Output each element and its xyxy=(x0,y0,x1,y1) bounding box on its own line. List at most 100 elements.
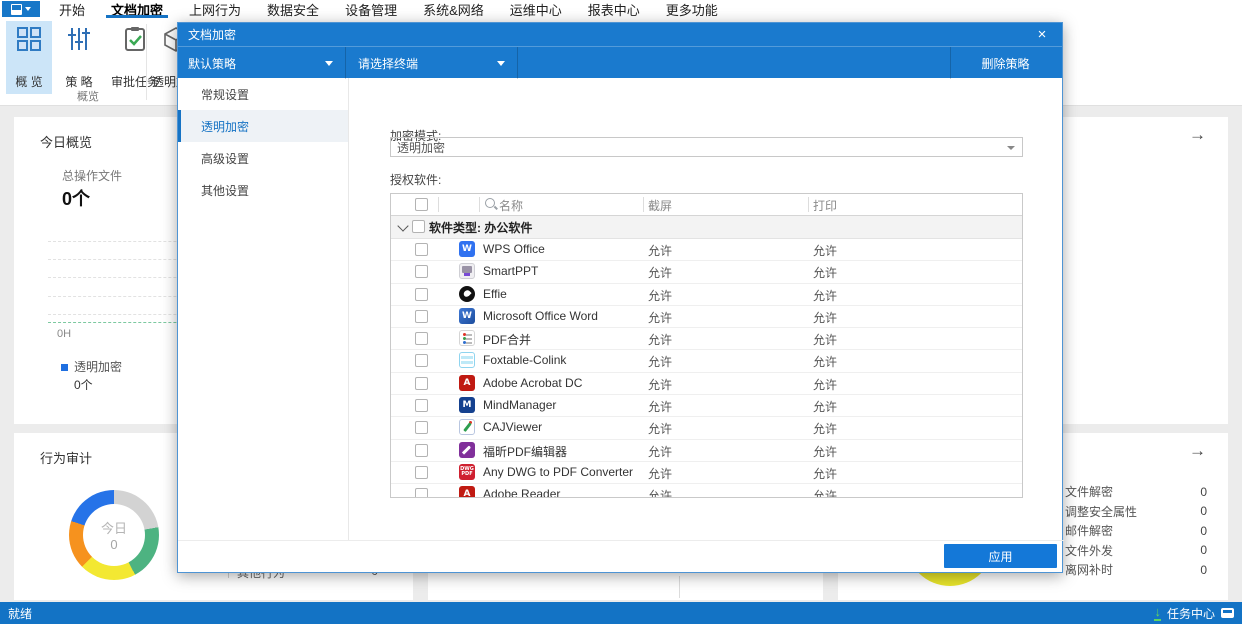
close-icon[interactable]: × xyxy=(1030,24,1054,45)
menu-tab[interactable]: 报表中心 xyxy=(575,0,653,18)
dialog-sidebar-item[interactable]: 高级设置 xyxy=(178,142,348,174)
print-permission[interactable]: 允许 xyxy=(813,398,837,415)
dialog-sidebar-item[interactable]: 其他设置 xyxy=(178,174,348,206)
row-checkbox[interactable] xyxy=(415,465,428,479)
row-checkbox[interactable] xyxy=(415,488,428,497)
select-all-checkbox[interactable] xyxy=(415,198,428,211)
print-column-header[interactable]: 打印 xyxy=(813,197,837,214)
arrow-right-icon[interactable]: → xyxy=(1189,441,1206,461)
print-permission[interactable]: 允许 xyxy=(813,287,837,304)
menu-tab[interactable]: 运维中心 xyxy=(497,0,575,18)
table-row[interactable]: A Adobe Reader 允许 允许 xyxy=(391,484,1022,497)
screenshot-permission[interactable]: 允许 xyxy=(648,465,672,482)
name-column-header[interactable]: 名称 xyxy=(499,197,523,214)
print-permission[interactable]: 允许 xyxy=(813,242,837,259)
row-checkbox[interactable] xyxy=(415,332,428,346)
menu-tab-label: 系统&网络 xyxy=(423,2,484,18)
software-group-row[interactable]: 软件类型: 办公软件 xyxy=(391,216,1022,239)
table-row[interactable]: Any DWG to PDF Converter 允许 允许 xyxy=(391,462,1022,485)
table-row[interactable]: A Adobe Acrobat DC 允许 允许 xyxy=(391,373,1022,396)
screenshot-permission[interactable]: 允许 xyxy=(648,487,672,497)
sidebar-divider xyxy=(348,78,349,541)
print-permission[interactable]: 允许 xyxy=(813,353,837,370)
menu-tab[interactable]: 上网行为 xyxy=(176,0,254,18)
screenshot-permission[interactable]: 允许 xyxy=(648,264,672,281)
table-row[interactable]: Foxtable-Colink 允许 允许 xyxy=(391,350,1022,373)
menu-tab[interactable]: 开始 xyxy=(46,0,98,18)
table-row[interactable]: SmartPPT 允许 允许 xyxy=(391,261,1022,284)
x-axis-label: 0H xyxy=(57,328,72,340)
app-name: Any DWG to PDF Converter xyxy=(483,464,634,479)
screenshot-permission[interactable]: 允许 xyxy=(648,398,672,415)
screenshot-permission[interactable]: 允许 xyxy=(648,242,672,259)
chevron-down-icon[interactable] xyxy=(397,220,409,232)
app-name: SmartPPT xyxy=(483,264,539,279)
overview-button[interactable]: 概 览 xyxy=(6,21,52,94)
stat-label: 文件外发 xyxy=(1065,543,1114,558)
tray-window-icon[interactable] xyxy=(1221,608,1234,618)
stat-row: 调整安全属性 0 xyxy=(1065,502,1207,522)
toolbar-divider xyxy=(517,47,518,79)
screenshot-permission[interactable]: 允许 xyxy=(648,309,672,326)
table-row[interactable]: CAJViewer 允许 允许 xyxy=(391,417,1022,440)
screenshot-permission[interactable]: 允许 xyxy=(648,287,672,304)
menu-tab[interactable]: 系统&网络 xyxy=(410,0,497,18)
policy-dropdown-value: 默认策略 xyxy=(188,56,237,71)
toolbar-divider xyxy=(345,47,346,79)
dialog-sidebar-item[interactable]: 常规设置 xyxy=(178,78,348,110)
delete-policy-button[interactable]: 删除策略 xyxy=(949,47,1062,79)
chevron-down-icon xyxy=(325,60,333,66)
menu-tab[interactable]: 更多功能 xyxy=(653,0,731,18)
dialog-sidebar-item[interactable]: 透明加密 xyxy=(178,110,348,142)
print-permission[interactable]: 允许 xyxy=(813,264,837,281)
arrow-right-icon[interactable]: → xyxy=(1189,125,1206,145)
dialog-toolbar: 默认策略 请选择终端 删除策略 xyxy=(178,46,1062,79)
row-checkbox[interactable] xyxy=(415,354,428,368)
menu-tab[interactable]: 数据安全 xyxy=(254,0,332,18)
policy-button[interactable]: 策 略 xyxy=(56,21,102,94)
print-permission[interactable]: 允许 xyxy=(813,309,837,326)
print-permission[interactable]: 允许 xyxy=(813,420,837,437)
row-checkbox[interactable] xyxy=(415,376,428,390)
print-permission[interactable]: 允许 xyxy=(813,487,837,497)
menu-tab-label: 运维中心 xyxy=(509,2,562,18)
screenshot-permission[interactable]: 允许 xyxy=(648,331,672,348)
group-checkbox[interactable] xyxy=(412,220,425,233)
table-row[interactable]: M MindManager 允许 允许 xyxy=(391,395,1022,418)
screenshot-column-header[interactable]: 截屏 xyxy=(648,197,672,214)
table-row[interactable]: 福昕PDF编辑器 允许 允许 xyxy=(391,440,1022,462)
legend-divider xyxy=(679,576,680,598)
search-icon[interactable] xyxy=(485,198,495,208)
screenshot-permission[interactable]: 允许 xyxy=(648,420,672,437)
word-app-icon: W xyxy=(459,307,475,324)
table-row[interactable]: W Microsoft Office Word 允许 允许 xyxy=(391,306,1022,329)
print-permission[interactable]: 允许 xyxy=(813,443,837,460)
screenshot-permission[interactable]: 允许 xyxy=(648,376,672,393)
menu-tab[interactable]: 设备管理 xyxy=(332,0,410,18)
encryption-mode-select[interactable]: 透明加密 xyxy=(390,137,1023,157)
table-row[interactable]: PDF合并 允许 允许 xyxy=(391,328,1022,351)
print-permission[interactable]: 允许 xyxy=(813,465,837,482)
print-permission[interactable]: 允许 xyxy=(813,376,837,393)
policy-dropdown[interactable]: 默认策略 xyxy=(178,47,345,79)
menu-tab[interactable]: 文档加密 xyxy=(98,0,176,18)
row-checkbox[interactable] xyxy=(415,287,428,301)
table-row[interactable]: Effie 允许 允许 xyxy=(391,284,1022,306)
row-checkbox[interactable] xyxy=(415,421,428,435)
stat-row: 离网补时 0 xyxy=(1065,560,1207,580)
row-checkbox[interactable] xyxy=(415,265,428,279)
table-row[interactable]: W WPS Office 允许 允许 xyxy=(391,239,1022,262)
row-checkbox[interactable] xyxy=(415,443,428,457)
row-checkbox[interactable] xyxy=(415,309,428,323)
row-checkbox[interactable] xyxy=(415,243,428,256)
screenshot-permission[interactable]: 允许 xyxy=(648,353,672,370)
stat-row: 文件解密 0 xyxy=(1065,482,1207,502)
terminal-dropdown[interactable]: 请选择终端 xyxy=(348,47,517,79)
print-permission[interactable]: 允许 xyxy=(813,331,837,348)
row-checkbox[interactable] xyxy=(415,399,428,413)
apply-button[interactable]: 应用 xyxy=(944,544,1057,568)
task-center-link[interactable]: 任务中心 xyxy=(1167,605,1215,622)
menu-bar: 开始 文档加密 上网行为 数据安全 设备管理 系统&网络 运维中心 报表中心 更多功能 xyxy=(0,0,1242,18)
screenshot-permission[interactable]: 允许 xyxy=(648,443,672,460)
app-menu-button[interactable] xyxy=(2,1,40,17)
